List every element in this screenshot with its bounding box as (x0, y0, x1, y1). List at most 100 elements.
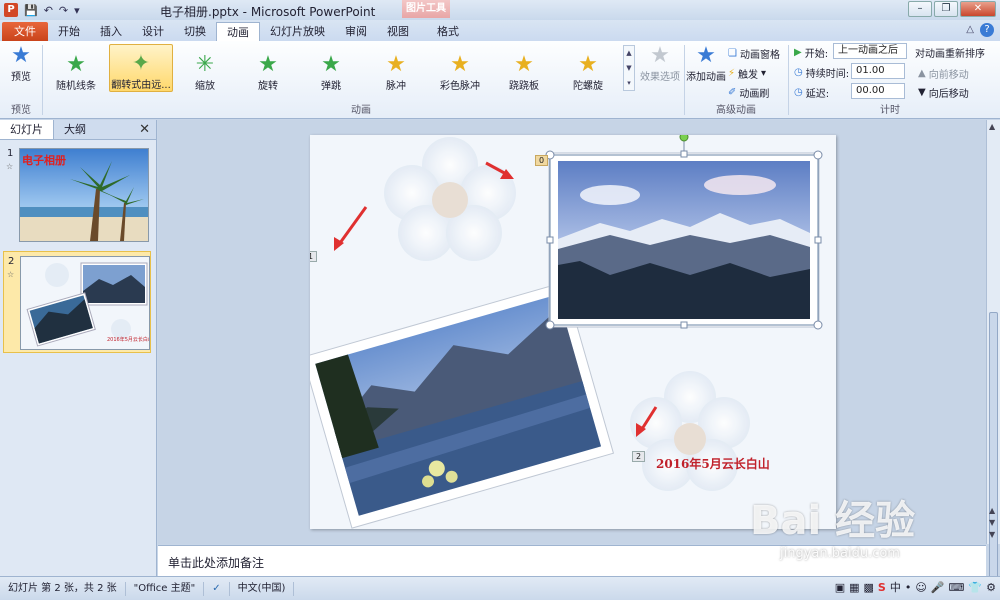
anim-zoom[interactable]: ✳ 缩放 (175, 44, 235, 93)
anim-random-bars[interactable]: ★ 随机线条 (46, 44, 106, 93)
anim-color-pulse[interactable]: ★ 彩色脉冲 (430, 44, 490, 93)
anim-spinner[interactable]: ★ 陀螺旋 (558, 44, 618, 93)
close-button[interactable]: ✕ (960, 1, 996, 17)
theme-status: "Office 主题" (126, 581, 205, 596)
microphone-icon[interactable]: 🎤 (931, 581, 945, 594)
spellcheck-icon[interactable]: ✓ (204, 581, 230, 596)
tab-slides-pane[interactable]: 幻灯片 (0, 120, 54, 139)
status-tray: ▣ ▦ ▩ S 中 • ☺ 🎤 ⌨ 👕 ⚙ (835, 579, 996, 595)
add-animation-button[interactable]: ★ 添加动画 (686, 44, 726, 84)
scroll-up-icon[interactable]: ▲ (989, 122, 995, 131)
trigger-button[interactable]: ⚡ 触发 ▾ (728, 66, 766, 81)
sorter-view-icon[interactable]: ▦ (849, 581, 859, 594)
quick-access-toolbar: 💾 ↶ ↷ ▾ (24, 4, 80, 17)
scroll-thumb[interactable] (989, 312, 998, 600)
start-select[interactable]: 上一动画之后 (833, 43, 907, 59)
picture-tools-context-label: 图片工具 (402, 0, 450, 18)
group-label-timing: 计时 (880, 105, 900, 116)
slide-2-preview: 2016年5月云长白山 (20, 256, 150, 350)
preview-button[interactable]: ★ 预览 (4, 44, 38, 84)
vertical-scrollbar[interactable]: ▲ ▲ ▼ ▼ (986, 120, 1000, 600)
chevron-down-icon[interactable]: ▾ (74, 4, 80, 17)
help-icon[interactable]: ? (980, 23, 994, 37)
minimize-button[interactable]: – (908, 1, 932, 17)
animation-tag-0[interactable]: 0 (535, 155, 548, 166)
title-bar: P 💾 ↶ ↷ ▾ 电子相册.pptx - Microsoft PowerPoi… (0, 0, 1000, 20)
close-icon[interactable]: ✕ (139, 122, 150, 137)
powerpoint-app-icon[interactable]: P (4, 3, 18, 17)
chevron-down-icon[interactable]: ▼ (624, 61, 634, 76)
emoji-icon[interactable]: ☺ (915, 581, 926, 594)
group-label-preview: 预览 (11, 105, 31, 116)
input-method-icon[interactable]: S (878, 581, 886, 594)
mountain-photo[interactable] (548, 152, 820, 328)
anim-pulse[interactable]: ★ 脉冲 (366, 44, 426, 93)
flower-decoration-top (384, 137, 516, 261)
lightning-icon: ⚡ (728, 68, 736, 79)
tab-outline-pane[interactable]: 大纲 (54, 120, 96, 139)
anim-teeter[interactable]: ★ 跷跷板 (494, 44, 554, 93)
tab-review[interactable]: 审阅 (335, 22, 377, 41)
normal-view-icon[interactable]: ▣ (835, 581, 845, 594)
slide-1-title: 电子相册 (22, 154, 66, 167)
rotation-handle[interactable] (679, 135, 689, 142)
pane-tabs: 幻灯片 大纲 ✕ (0, 120, 156, 140)
slide-canvas[interactable]: 0 1 2 2016年5月云长白山 (310, 135, 836, 529)
star-icon: ✳ (195, 52, 215, 77)
slide-caption[interactable]: 2016年5月云长白山 (656, 455, 770, 472)
restore-button[interactable]: ❐ (934, 1, 958, 17)
reorder-title: 对动画重新排序 (915, 49, 985, 60)
scroll-down-page-icon[interactable]: ▼ (989, 518, 995, 527)
star-icon: ★ (578, 52, 598, 77)
gallery-more-icon[interactable]: ▾ (624, 76, 634, 91)
animation-painter-button[interactable]: ✐ 动画刷 (728, 85, 769, 100)
group-divider (684, 45, 685, 115)
slides-pane: 幻灯片 大纲 ✕ 1 ☆ 电子相册 2 ☆ 2016年5月云长白山 (0, 120, 157, 576)
baidu-watermark-url: jingyan.baidu.com (780, 546, 900, 561)
move-later-button[interactable]: ▼ 向后移动 (918, 85, 969, 100)
anim-flip-in[interactable]: ✦ 翻转式由远... (109, 44, 173, 92)
delay-input[interactable]: 00.00 (851, 83, 905, 99)
animation-tag-1[interactable]: 1 (310, 251, 317, 262)
tab-design[interactable]: 设计 (132, 22, 174, 41)
slide-thumbnail-2[interactable]: 2 ☆ 2016年5月云长白山 (3, 251, 151, 353)
save-icon[interactable]: 💾 (24, 4, 38, 17)
move-earlier-button[interactable]: ▲ 向前移动 (918, 66, 969, 81)
undo-icon[interactable]: ↶ (44, 4, 53, 17)
anim-bounce[interactable]: ★ 弹跳 (301, 44, 361, 93)
tab-animations[interactable]: 动画 (216, 22, 260, 41)
tab-file[interactable]: 文件 (2, 22, 48, 41)
tab-insert[interactable]: 插入 (90, 22, 132, 41)
tab-home[interactable]: 开始 (48, 22, 90, 41)
animation-pane-icon: ❏ (728, 48, 737, 59)
duration-input[interactable]: 01.00 (851, 63, 905, 79)
animation-pane-button[interactable]: ❏ 动画窗格 (728, 46, 780, 61)
slide-number: 1 (7, 148, 14, 159)
tab-transitions[interactable]: 切换 (174, 22, 216, 41)
redo-icon[interactable]: ↷ (59, 4, 68, 17)
scroll-up-page-icon[interactable]: ▲ (989, 506, 995, 515)
animation-tag-2[interactable]: 2 (632, 451, 645, 462)
tools-icon[interactable]: ⚙ (986, 581, 996, 594)
anim-spin[interactable]: ★ 旋转 (238, 44, 298, 93)
tab-slideshow[interactable]: 幻灯片放映 (260, 22, 335, 41)
star-icon: ★ (66, 52, 86, 77)
group-divider (42, 45, 43, 115)
scroll-down-icon[interactable]: ▼ (989, 530, 995, 539)
clock-icon: ◷ (794, 67, 803, 78)
preview-label: 预览 (11, 72, 31, 83)
ribbon-collapse-icon[interactable]: △ (966, 24, 974, 35)
animation-star-icon: ☆ (7, 270, 15, 279)
chevron-up-icon[interactable]: ▲ (624, 46, 634, 61)
ribbon-tab-row: 文件 开始 插入 设计 切换 动画 幻灯片放映 审阅 视图 格式 (0, 20, 1000, 41)
tab-format[interactable]: 格式 (427, 22, 469, 41)
keyboard-icon[interactable]: ⌨ (949, 581, 965, 594)
chevron-down-icon: ▾ (761, 68, 767, 79)
reading-view-icon[interactable]: ▩ (864, 581, 874, 594)
gallery-scroll[interactable]: ▲ ▼ ▾ (623, 45, 635, 91)
notes-placeholder[interactable]: 单击此处添加备注 (168, 554, 264, 571)
star-icon: ★ (650, 43, 670, 68)
shirt-icon[interactable]: 👕 (968, 581, 982, 594)
effect-options-button[interactable]: ★ 效果选项 (637, 43, 683, 84)
tab-view[interactable]: 视图 (377, 22, 419, 41)
